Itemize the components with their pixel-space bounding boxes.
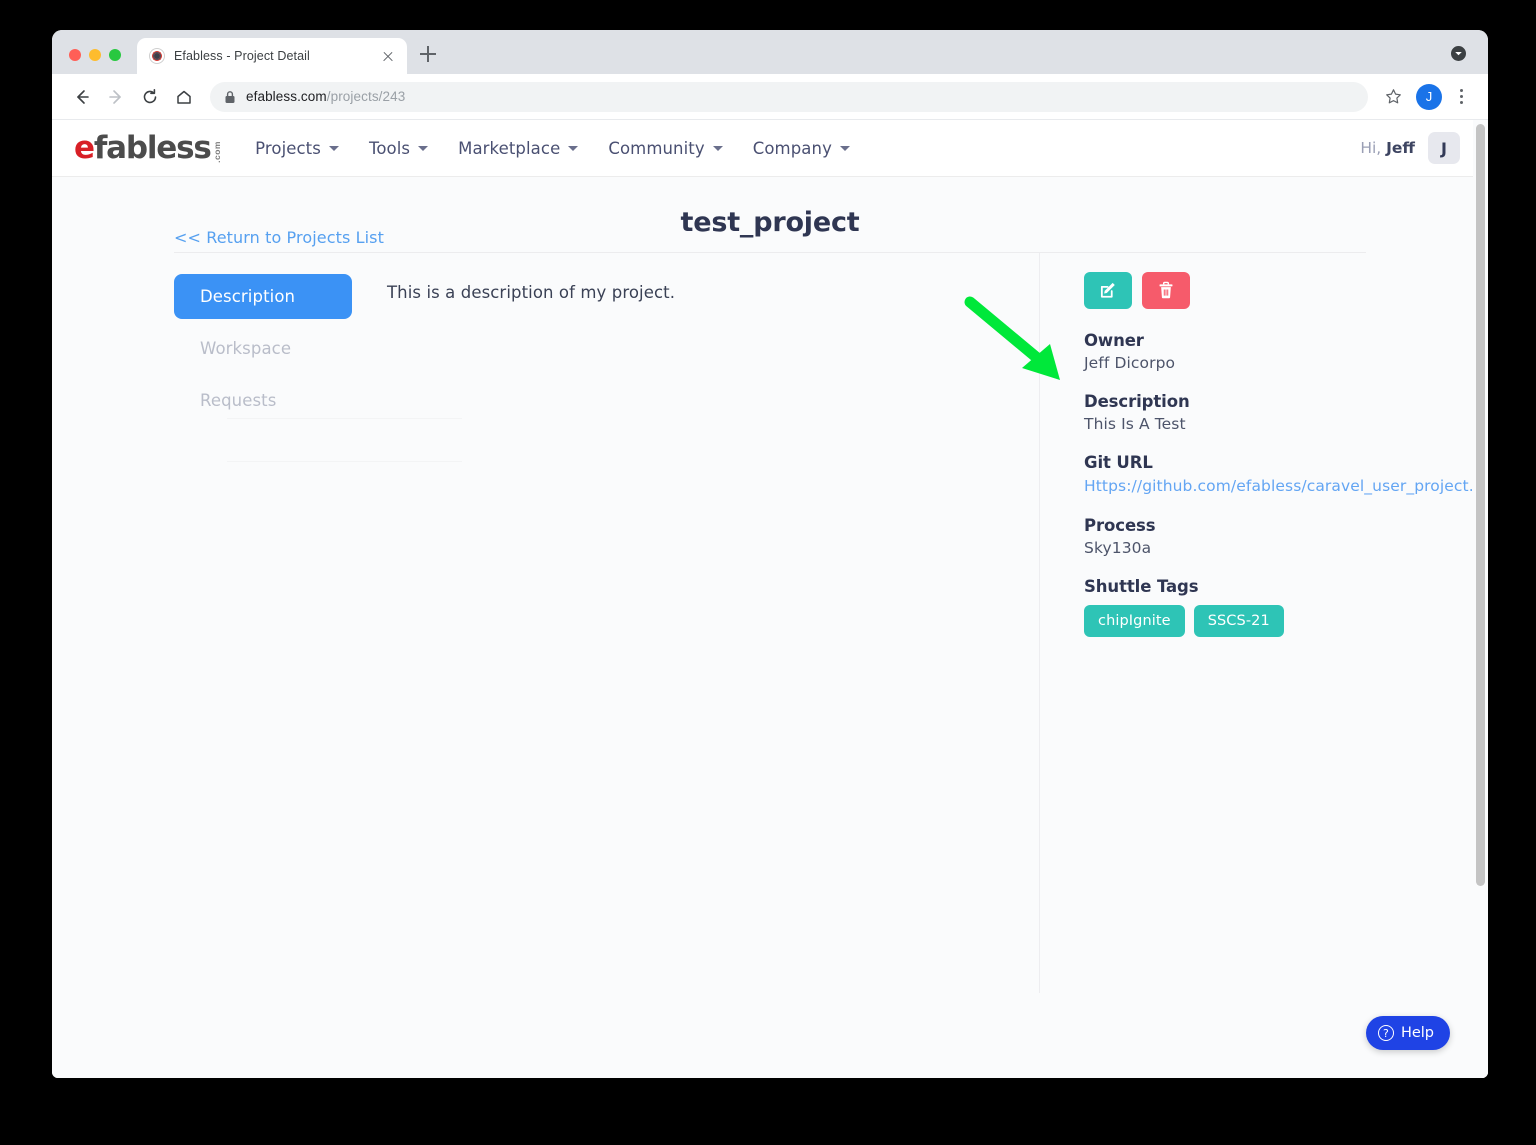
chevron-down-icon — [712, 145, 723, 151]
url-path: /projects/243 — [326, 89, 406, 104]
description-panel: This is a description of my project. — [352, 253, 1040, 993]
minimize-window-button[interactable] — [89, 49, 101, 61]
address-bar-url: efabless.com/projects/243 — [246, 89, 405, 104]
reload-button[interactable] — [134, 81, 166, 113]
nav-item-community[interactable]: Community — [608, 138, 723, 158]
header-user-area: Hi, Jeff J — [1360, 132, 1460, 164]
browser-menu-button[interactable] — [1448, 82, 1474, 112]
browser-toolbar: efabless.com/projects/243 J — [52, 74, 1488, 120]
chevron-down-icon — [328, 145, 339, 151]
shuttle-tag[interactable]: chipIgnite — [1084, 605, 1185, 638]
return-to-projects-list-link[interactable]: << Return to Projects List — [174, 228, 384, 247]
page-scrollbar-thumb[interactable] — [1476, 124, 1485, 886]
browser-window: Efabless - Project Detail efabless.com/p… — [52, 30, 1488, 1078]
new-tab-button[interactable] — [417, 43, 439, 65]
maximize-window-button[interactable] — [109, 49, 121, 61]
nav-item-projects-label: Projects — [255, 138, 321, 158]
description-value: This Is A Test — [1084, 415, 1186, 433]
page-body: test_project << Return to Projects List … — [52, 177, 1488, 993]
help-button-label: Help — [1400, 1025, 1434, 1041]
tab-workspace[interactable]: Workspace — [174, 326, 352, 371]
project-meta-panel: Owner Jeff Dicorpo Description This Is A… — [1040, 253, 1488, 993]
nav-item-company-label: Company — [752, 138, 832, 158]
help-button[interactable]: ? Help — [1365, 1016, 1450, 1050]
window-traffic-lights — [69, 49, 121, 61]
description-label: Description — [1084, 392, 1190, 411]
shuttle-tag[interactable]: SSCS-21 — [1193, 605, 1284, 638]
shuttle-tags-list: chipIgnite SSCS-21 — [1084, 605, 1366, 638]
url-domain: efabless.com — [246, 89, 327, 104]
git-url-link[interactable]: Https://github.com/efabless/caravel_user… — [1084, 476, 1488, 496]
page-scrollbar[interactable] — [1473, 120, 1488, 1078]
greeting-prefix: Hi, — [1360, 139, 1382, 157]
nav-item-tools[interactable]: Tools — [368, 138, 429, 158]
project-tabs-sidebar: Description Workspace Requests — [174, 253, 352, 993]
back-button[interactable] — [66, 81, 98, 113]
home-button[interactable] — [168, 81, 200, 113]
edit-pencil-icon — [1100, 282, 1115, 298]
chevron-down-icon[interactable] — [1451, 46, 1466, 61]
bookmark-star-icon[interactable] — [1378, 82, 1408, 112]
close-tab-icon[interactable] — [379, 47, 397, 65]
browser-tab[interactable]: Efabless - Project Detail — [137, 38, 407, 74]
lock-icon — [224, 90, 236, 104]
owner-label: Owner — [1084, 331, 1144, 350]
greeting-name: Jeff — [1386, 139, 1415, 157]
nav-item-community-label: Community — [608, 138, 705, 158]
content-row: Description Workspace Requests This is a… — [52, 253, 1488, 993]
close-window-button[interactable] — [69, 49, 81, 61]
site-header: efabless .com Projects Tools Marketplace — [52, 120, 1488, 177]
process-value: Sky130a — [1084, 539, 1152, 558]
address-bar[interactable]: efabless.com/projects/243 — [210, 81, 1368, 112]
page-viewport: efabless .com Projects Tools Marketplace — [52, 120, 1488, 1078]
forward-button[interactable] — [100, 81, 132, 113]
efabless-favicon-icon — [149, 48, 165, 64]
nav-item-marketplace[interactable]: Marketplace — [458, 138, 579, 158]
browser-tab-strip: Efabless - Project Detail — [52, 30, 1488, 74]
owner-value: Jeff Dicorpo — [1084, 354, 1176, 372]
logo-rest: fabless — [93, 129, 212, 166]
main-navigation: Projects Tools Marketplace Community Com… — [255, 139, 850, 158]
tab-requests[interactable]: Requests — [174, 378, 352, 423]
logo-dotcom: .com — [211, 140, 222, 163]
delete-project-button[interactable] — [1142, 272, 1190, 309]
git-url-label: Git URL — [1084, 453, 1153, 472]
chevron-down-icon — [418, 145, 429, 151]
nav-item-company[interactable]: Company — [753, 139, 850, 158]
process-label: Process — [1084, 516, 1156, 536]
logo-e: e — [74, 129, 95, 166]
user-greeting: Hi, Jeff — [1360, 139, 1415, 157]
sidebar-ghost-divider — [227, 461, 462, 462]
browser-tab-title: Efabless - Project Detail — [174, 49, 310, 63]
chevron-down-icon — [568, 145, 579, 151]
user-avatar[interactable]: J — [1428, 132, 1460, 164]
trash-icon — [1159, 281, 1173, 299]
project-action-buttons — [1084, 272, 1366, 309]
nav-item-marketplace-label: Marketplace — [458, 138, 561, 158]
chevron-down-icon — [839, 145, 850, 151]
question-mark-icon: ? — [1377, 1025, 1394, 1041]
edit-project-button[interactable] — [1084, 272, 1132, 309]
browser-profile-avatar[interactable]: J — [1416, 83, 1442, 110]
efabless-logo[interactable]: efabless .com — [74, 129, 222, 166]
tab-description[interactable]: Description — [174, 274, 352, 319]
project-description-text: This is a description of my project. — [387, 283, 676, 302]
nav-item-tools-label: Tools — [368, 138, 411, 158]
shuttle-tags-label: Shuttle Tags — [1084, 577, 1199, 597]
nav-item-projects[interactable]: Projects — [255, 139, 339, 158]
sidebar-ghost-divider — [227, 418, 462, 419]
